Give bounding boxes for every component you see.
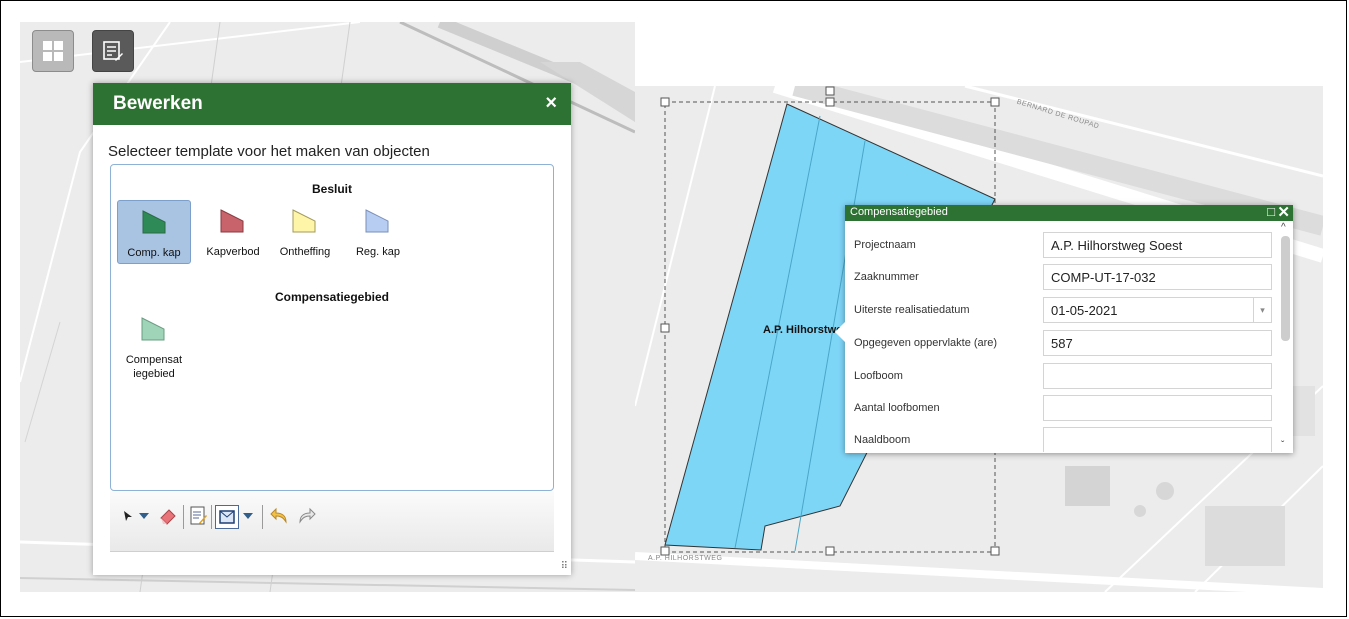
polygon-swatch-icon [141, 317, 165, 341]
template-label: Compensat iegebied [125, 354, 183, 380]
grid-icon [43, 41, 63, 61]
chevron-down-icon[interactable]: ▾ [1253, 298, 1271, 322]
template-ontheffing[interactable]: Ontheffing [268, 200, 342, 264]
aantal-loofbomen-field[interactable] [1043, 395, 1272, 421]
loofboom-field[interactable] [1043, 363, 1272, 389]
polygon-icon[interactable] [215, 505, 239, 529]
polygon-swatch-icon [142, 210, 166, 234]
attribute-row: Uiterste realisatiedatum 01-05-2021 ▾ [845, 294, 1275, 326]
attribute-popup: Compensatiegebied □ ✕ Projectnaam A.P. H… [835, 203, 1293, 453]
template-comp-kap[interactable]: Comp. kap [117, 200, 191, 264]
template-reg-kap[interactable]: Reg. kap [341, 200, 415, 264]
template-instruction: Selecteer template voor het maken van ob… [108, 143, 430, 160]
feature-label: A.P. Hilhorstwe [763, 324, 843, 336]
edit-panel-title: Bewerken [113, 93, 203, 114]
attribute-label: Uiterste realisatiedatum [854, 304, 970, 316]
template-label: Comp. kap [127, 247, 181, 259]
naaldboom-field[interactable] [1043, 427, 1272, 452]
close-icon[interactable]: × [545, 92, 557, 115]
undo-icon[interactable] [270, 505, 290, 527]
oppervlakte-field[interactable]: 587 [1043, 330, 1272, 356]
template-label: Ontheffing [279, 246, 331, 258]
select-arrow-icon[interactable] [122, 505, 134, 527]
attribute-label: Naaldboom [854, 434, 911, 446]
attribute-label: Loofboom [854, 370, 903, 382]
realisatiedatum-field[interactable]: 01-05-2021 ▾ [1043, 297, 1272, 323]
maximize-icon[interactable]: □ [1267, 204, 1275, 219]
scroll-down-icon[interactable]: ˇ [1281, 440, 1284, 451]
attribute-label: Opgegeven oppervlakte (are) [854, 337, 998, 349]
street-label: A.P. HILHORSTWEG [648, 555, 723, 562]
grid-toggle-button[interactable] [32, 30, 74, 72]
attribute-row: Zaaknummer COMP-UT-17-032 [845, 261, 1275, 293]
realisatiedatum-value: 01-05-2021 [1051, 303, 1118, 318]
popup-header: Compensatiegebied □ ✕ [845, 203, 1293, 221]
group-title-compensatiegebied: Compensatiegebied [274, 290, 390, 304]
projectnaam-field[interactable]: A.P. Hilhorstweg Soest [1043, 232, 1272, 258]
resize-handle[interactable]: ⠿ [561, 561, 568, 572]
popup-scrollbar[interactable]: ^ ˇ [1278, 222, 1293, 453]
polygon-swatch-icon [292, 209, 316, 233]
redo-icon[interactable] [296, 505, 316, 527]
edit-list-icon [103, 41, 123, 61]
eraser-icon[interactable] [158, 505, 178, 527]
attribute-row: Projectnaam A.P. Hilhorstweg Soest [845, 229, 1275, 261]
zaaknummer-field[interactable]: COMP-UT-17-032 [1043, 264, 1272, 290]
polygon-swatch-icon [365, 209, 389, 233]
template-label: Kapverbod [206, 246, 260, 258]
attribute-row: Naaldboom [845, 424, 1275, 452]
dropdown-icon[interactable] [242, 505, 254, 527]
attribute-row: Opgegeven oppervlakte (are) 587 [845, 327, 1275, 359]
attribute-row: Loofboom [845, 360, 1275, 392]
template-compensatiegebied[interactable]: Compensat iegebied [117, 308, 191, 386]
popup-pointer [835, 322, 845, 342]
edit-panel-header: Bewerken × [93, 83, 571, 125]
template-kapverbod[interactable]: Kapverbod [196, 200, 270, 264]
popup-title: Compensatiegebied [850, 206, 948, 218]
close-icon[interactable]: ✕ [1277, 203, 1290, 221]
attribute-label: Zaaknummer [854, 271, 919, 283]
polygon-swatch-icon [220, 209, 244, 233]
attribute-label: Aantal loofbomen [854, 402, 940, 414]
group-title-besluit: Besluit [311, 182, 352, 196]
template-label: Reg. kap [355, 246, 401, 258]
template-picker: Besluit Comp. kap Kapverbod Ontheffing R… [110, 164, 554, 491]
edit-toolbar [110, 491, 554, 552]
attribute-label: Projectnaam [854, 239, 916, 251]
scrollbar-thumb[interactable] [1281, 236, 1290, 341]
edit-panel: Bewerken × Selecteer template voor het m… [93, 83, 571, 575]
attribute-row: Aantal loofbomen [845, 392, 1275, 424]
edit-widget-button[interactable] [92, 30, 134, 72]
scroll-up-icon[interactable]: ^ [1281, 222, 1286, 233]
dropdown-icon[interactable] [138, 505, 150, 527]
attributes-icon[interactable] [189, 505, 207, 527]
